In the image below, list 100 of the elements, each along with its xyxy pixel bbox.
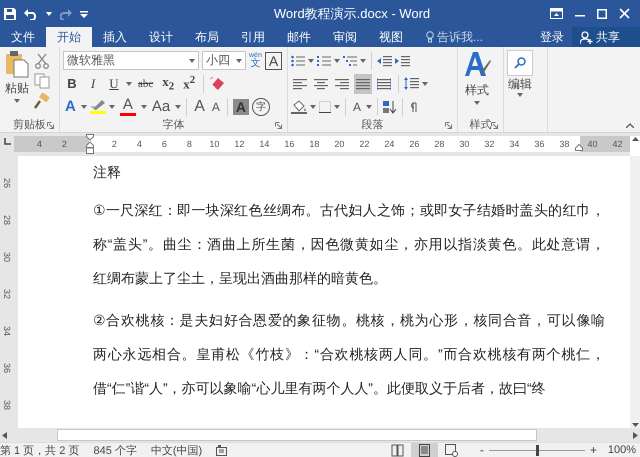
align-justify-button[interactable] xyxy=(354,74,372,94)
group-label: 字体 xyxy=(162,118,184,132)
redo-icon[interactable] xyxy=(60,8,72,20)
macro-record-icon[interactable] xyxy=(216,444,228,456)
decrease-indent-icon[interactable] xyxy=(377,54,392,66)
share-button[interactable]: 共享 xyxy=(572,27,640,47)
tell-me-field[interactable]: 告诉我... xyxy=(437,30,507,44)
undo-icon[interactable] xyxy=(24,8,38,20)
customize-icon[interactable] xyxy=(80,10,88,18)
ribbon-tab[interactable]: 开始 xyxy=(46,27,92,47)
print-view-button[interactable] xyxy=(410,442,438,457)
caret-icon[interactable] xyxy=(308,58,314,62)
dialog-launcher-icon[interactable] xyxy=(47,122,54,129)
ribbon-tab[interactable]: 视图 xyxy=(368,27,414,47)
caret-icon[interactable] xyxy=(517,93,523,97)
shrink-font-button[interactable]: A xyxy=(210,100,222,112)
font-size-field[interactable]: 小四 xyxy=(202,51,246,70)
enclose-characters-button[interactable]: 字 xyxy=(252,98,270,116)
eraser-icon[interactable] xyxy=(209,76,226,92)
script-button[interactable]: x$_{2}$ xyxy=(159,74,178,94)
sort-icon[interactable] xyxy=(383,100,398,114)
save-icon[interactable] xyxy=(4,8,16,20)
line-spacing-icon[interactable] xyxy=(404,77,419,90)
underline-button[interactable]: U xyxy=(105,74,123,94)
caret-icon[interactable] xyxy=(474,101,480,105)
caret-icon[interactable] xyxy=(334,104,340,108)
caret-icon[interactable] xyxy=(175,104,182,108)
caret-icon[interactable] xyxy=(310,104,316,108)
word-count[interactable]: 845 个字 xyxy=(93,442,151,457)
asian-layout-button[interactable]: A xyxy=(351,100,364,114)
scrollbar-thumb[interactable] xyxy=(57,429,537,441)
caret-icon[interactable] xyxy=(422,82,428,86)
italic-button[interactable]: I xyxy=(84,74,102,94)
multilevel-list-icon[interactable] xyxy=(343,54,357,66)
caret-icon[interactable] xyxy=(334,58,340,62)
strike-button[interactable]: abc xyxy=(135,74,156,94)
ribbon-tab[interactable]: 邮件 xyxy=(276,27,322,47)
change-case-button[interactable]: Aa xyxy=(150,99,172,114)
borders-icon[interactable] xyxy=(319,100,331,112)
caret-icon[interactable] xyxy=(366,104,372,108)
character-border-button[interactable]: A xyxy=(264,52,282,70)
ribbon-tab[interactable]: 设计 xyxy=(138,27,184,47)
ribbon-tab[interactable]: 审阅 xyxy=(322,27,368,47)
caret-icon[interactable] xyxy=(236,58,242,62)
paste-button[interactable]: 粘贴 xyxy=(3,50,31,116)
font-name-field[interactable]: 微软雅黑 xyxy=(63,51,199,70)
copy-icon[interactable] xyxy=(34,73,50,89)
highlighter-icon[interactable] xyxy=(90,99,106,110)
scissors-icon[interactable] xyxy=(34,53,50,69)
caret-icon[interactable] xyxy=(360,58,366,62)
editing-button[interactable]: 编辑 xyxy=(507,50,533,116)
bullets-icon[interactable] xyxy=(291,54,305,66)
numbering-icon[interactable] xyxy=(317,54,331,66)
page-count[interactable]: 第 1 页，共 2 页 xyxy=(0,442,94,457)
scroll-left-icon[interactable] xyxy=(2,432,7,438)
print-view-icon xyxy=(418,444,431,456)
font-color-button[interactable]: A xyxy=(118,97,138,116)
collapse-ribbon-icon[interactable] xyxy=(626,123,634,128)
ribbon-tab[interactable]: 插入 xyxy=(92,27,138,47)
right-indent-marker-icon[interactable] xyxy=(575,144,583,151)
ribbon-tab[interactable]: 引用 xyxy=(230,27,276,47)
zoom-slider-thumb[interactable] xyxy=(536,444,539,456)
sign-in-link[interactable]: 登录 xyxy=(532,27,572,47)
caret-icon[interactable] xyxy=(140,104,147,108)
caret-icon[interactable] xyxy=(189,58,195,62)
styles-button[interactable]: 样式 xyxy=(461,50,493,116)
dialog-launcher-icon[interactable] xyxy=(445,122,452,129)
grow-font-button[interactable]: A xyxy=(192,98,207,114)
character-shading-button[interactable]: A xyxy=(232,98,250,114)
brush-icon[interactable] xyxy=(34,93,50,109)
ruler-number: 30 xyxy=(458,138,470,151)
paragraph-line: 称“盖头”。曲尘：酒曲上所生菌，因色微黄如尘，亦用以指淡黄色。此处意谓， xyxy=(93,235,605,254)
zoom-in-button[interactable]: + xyxy=(586,443,600,457)
tab-selector-icon[interactable] xyxy=(3,138,11,146)
ribbon-display-icon[interactable] xyxy=(550,8,563,19)
zoom-level[interactable]: 100% xyxy=(600,444,640,456)
caret-icon[interactable] xyxy=(46,12,52,16)
caret-icon[interactable] xyxy=(80,104,87,108)
ribbon-tab[interactable]: 文件 xyxy=(0,27,46,47)
caret-icon[interactable] xyxy=(108,104,115,108)
dialog-launcher-icon[interactable] xyxy=(491,122,498,129)
lightbulb-icon[interactable] xyxy=(426,31,434,43)
caret-icon[interactable] xyxy=(126,82,132,86)
ruler-number: 20 xyxy=(333,138,346,151)
text-effect-button[interactable]: A xyxy=(63,99,78,114)
vertical-scrollbar[interactable] xyxy=(630,156,640,428)
caret-icon[interactable] xyxy=(14,99,20,103)
script-button[interactable]: x$^{2}$ xyxy=(180,74,198,94)
dialog-launcher-icon[interactable] xyxy=(275,122,282,129)
highlight-color-bar xyxy=(90,111,106,114)
bold-button[interactable]: B xyxy=(63,74,81,94)
shading-bucket-icon[interactable] xyxy=(291,100,307,114)
scroll-right-icon[interactable] xyxy=(633,432,638,438)
ribbon-tab[interactable]: 布局 xyxy=(184,27,230,47)
close-icon[interactable] xyxy=(619,8,630,19)
zoom-out-button[interactable]: - xyxy=(476,443,487,457)
increase-indent-icon[interactable] xyxy=(395,54,410,66)
language-indicator[interactable]: 中文(中国) xyxy=(150,442,216,457)
maximize-icon[interactable] xyxy=(597,8,607,18)
scroll-up-icon[interactable] xyxy=(632,136,638,141)
